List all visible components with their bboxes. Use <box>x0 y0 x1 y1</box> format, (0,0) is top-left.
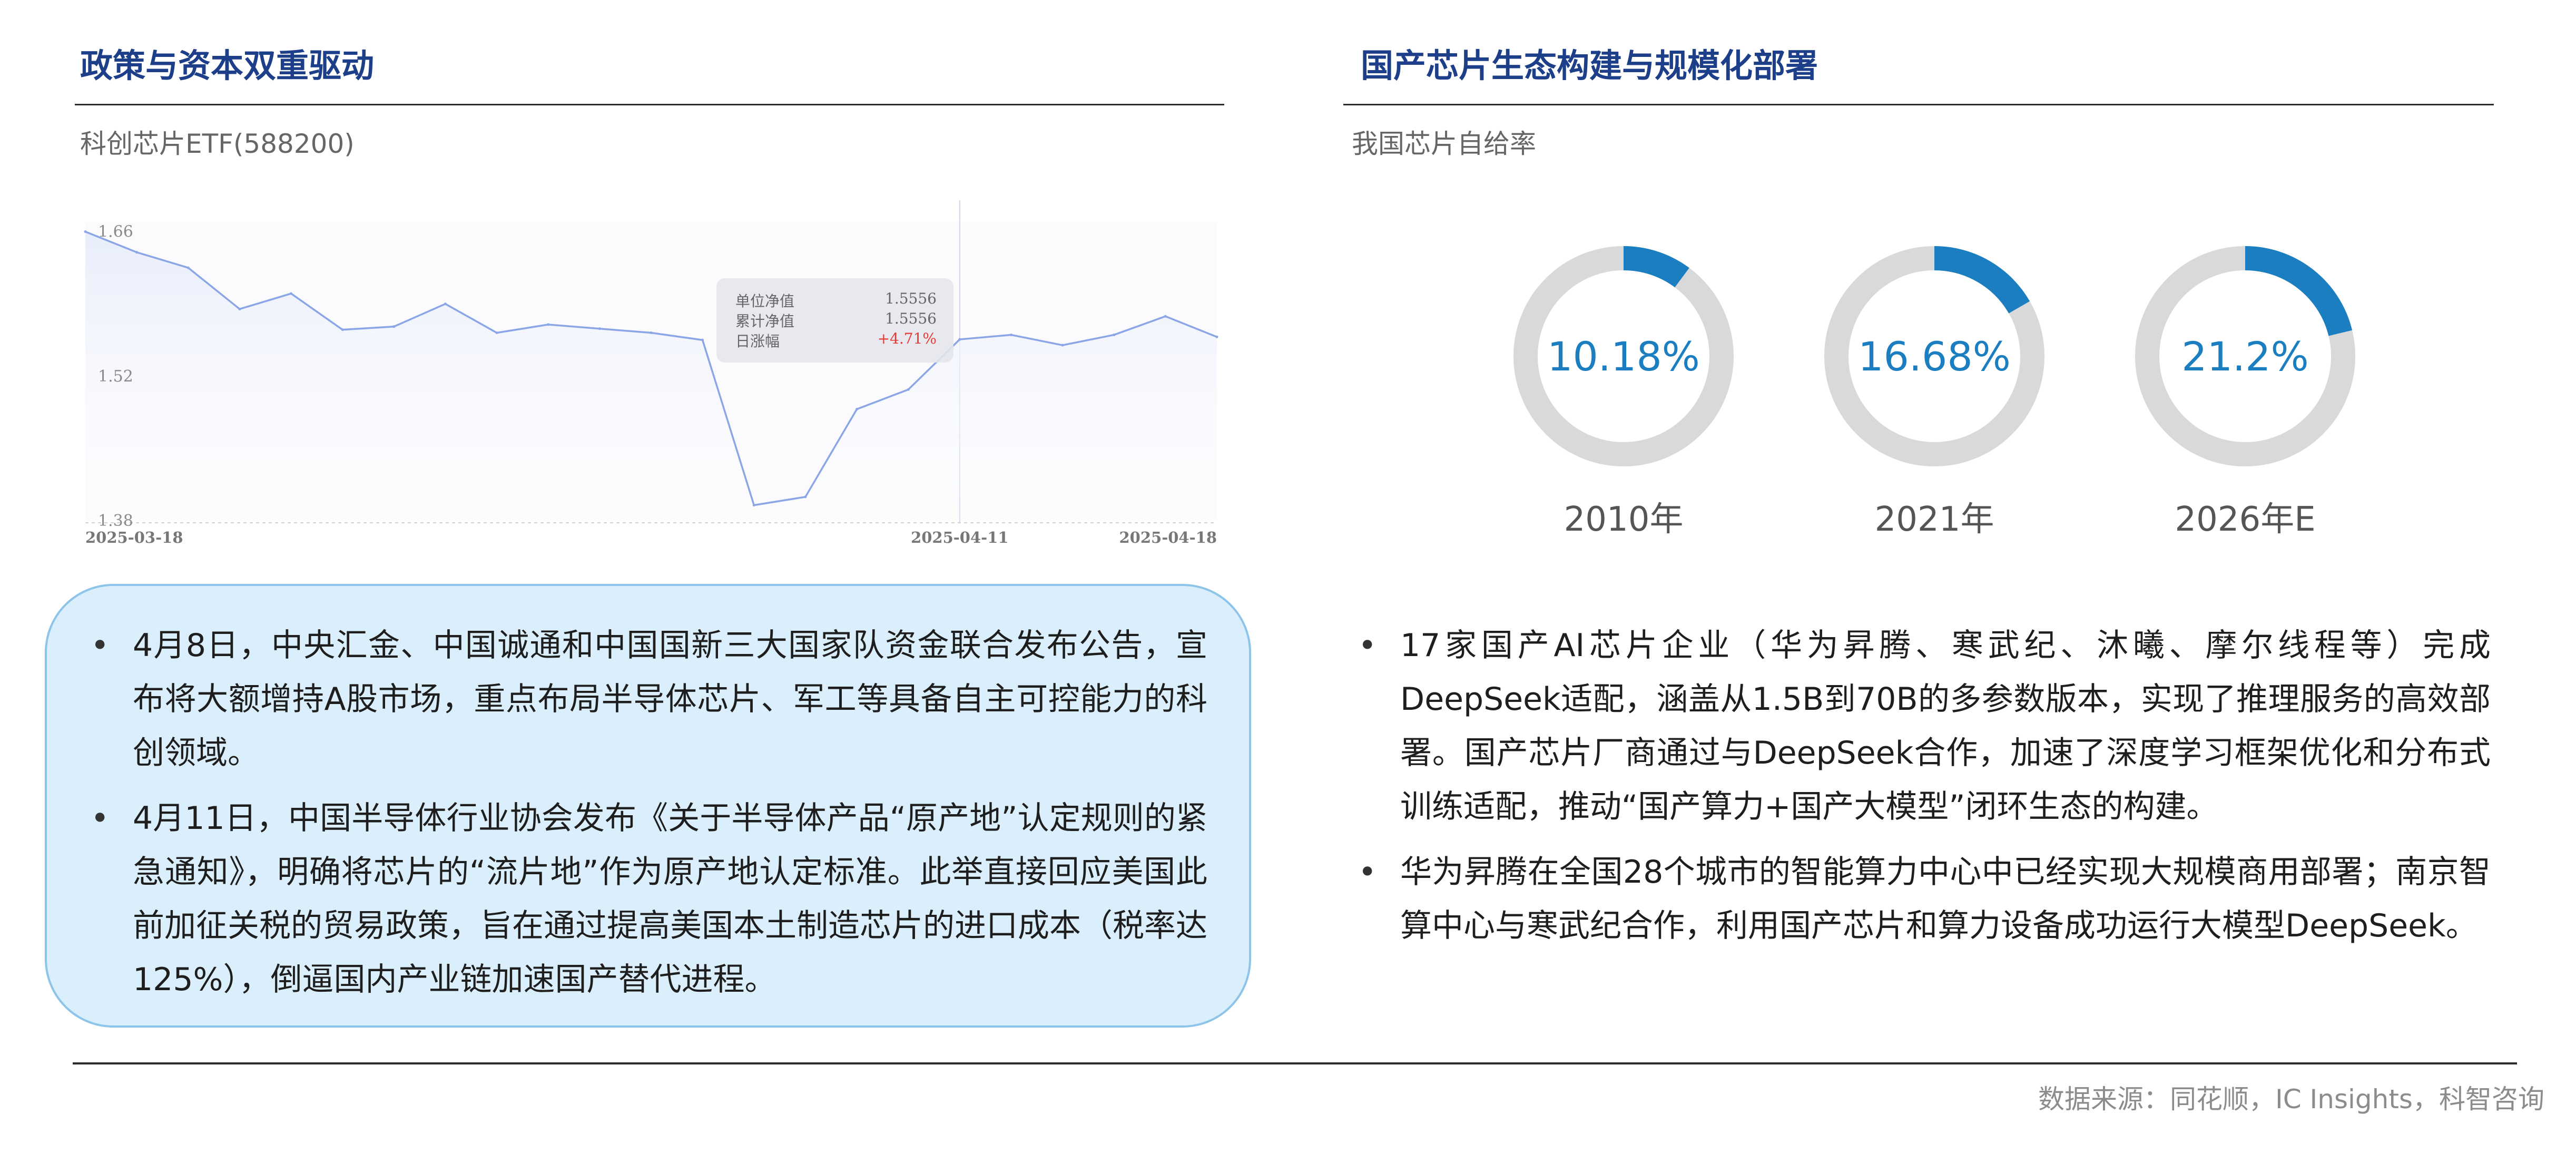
tooltip-value: 1.5556 <box>885 310 937 327</box>
etf-data-point <box>392 325 396 328</box>
etf-data-point <box>84 230 87 233</box>
etf-data-point <box>958 338 961 341</box>
etf-data-point <box>341 328 344 331</box>
etf-data-point <box>1009 333 1012 336</box>
etf-data-point <box>290 292 293 295</box>
etf-data-point <box>650 331 653 335</box>
tooltip-row-cum-nav: 累计净值 1.5556 <box>735 310 937 330</box>
etf-data-point <box>598 327 601 330</box>
etf-data-point <box>135 251 139 254</box>
etf-data-point <box>907 388 910 391</box>
footer-rule <box>73 1062 2517 1064</box>
tooltip-value: 1.5556 <box>885 290 937 307</box>
tooltip-row-nav: 单位净值 1.5556 <box>735 290 937 310</box>
etf-y-tick-label: 1.66 <box>98 223 133 241</box>
right-section-title: 国产芯片生态构建与规模化部署 <box>1361 46 1818 85</box>
tooltip-value-change: +4.71% <box>877 330 937 347</box>
etf-data-point <box>856 407 859 411</box>
donut-year-label: 2021年 <box>1874 500 1994 539</box>
donut-value-label: 16.68% <box>1858 333 2011 380</box>
policy-bullet-list: 4月8日，中央汇金、中国诚通和中国国新三大国家队资金联合发布公告，宣布将大额增持… <box>91 619 1207 1018</box>
donut-chart-2021: 16.68% <box>1818 240 2050 472</box>
etf-data-point <box>1061 344 1064 347</box>
etf-data-point <box>752 504 755 507</box>
ecosystem-bullet: 17家国产AI芯片企业（华为昇腾、寒武纪、沐曦、摩尔线程等）完成DeepSeek… <box>1358 619 2491 834</box>
donut-value-label: 10.18% <box>1547 333 1700 380</box>
left-section-title: 政策与资本双重驱动 <box>80 46 375 85</box>
etf-chart-subtitle: 科创芯片ETF(588200) <box>80 129 355 159</box>
tooltip-label: 单位净值 <box>735 292 795 310</box>
etf-y-tick-label: 1.38 <box>98 512 133 530</box>
tooltip-label: 日涨幅 <box>735 333 780 350</box>
etf-data-point <box>1215 335 1218 338</box>
tooltip-label: 累计净值 <box>735 312 795 330</box>
etf-data-point <box>238 307 241 310</box>
selfsufficiency-subtitle: 我国芯片自给率 <box>1352 129 1536 159</box>
etf-data-point <box>804 495 807 499</box>
policy-bullet: 4月11日，中国半导体行业协会发布《关于半导体产品“原产地”认定规则的紧急通知》… <box>91 792 1207 1007</box>
etf-data-point <box>1113 333 1116 336</box>
ecosystem-bullet: 华为昇腾在全国28个城市的智能算力中心中已经实现大规模商用部署；南京智算中心与寒… <box>1358 845 2491 953</box>
ecosystem-bullet-list: 17家国产AI芯片企业（华为昇腾、寒武纪、沐曦、摩尔线程等）完成DeepSeek… <box>1358 619 2491 964</box>
etf-data-point <box>1164 315 1167 318</box>
etf-data-point <box>701 338 704 341</box>
etf-data-point <box>547 323 550 326</box>
right-title-rule <box>1343 104 2494 105</box>
etf-data-point <box>186 266 190 269</box>
etf-chart: 1.66 1.52 1.38 2025-03-18 2025-04-11 2025-04-… <box>79 200 1222 559</box>
donut-chart-2010: 10.18% <box>1508 240 1739 472</box>
data-source-note: 数据来源：同花顺，IC Insights，科智咨询 <box>2038 1084 2544 1115</box>
etf-x-tick-label: 2025-04-18 <box>1119 529 1217 546</box>
etf-x-tick-label: 2025-03-18 <box>85 529 183 546</box>
donut-value-label: 21.2% <box>2181 333 2309 380</box>
etf-tooltip: 单位净值 1.5556 累计净值 1.5556 日涨幅 +4.71% <box>716 278 953 363</box>
left-title-rule <box>75 104 1224 105</box>
policy-bullet: 4月8日，中央汇金、中国诚通和中国国新三大国家队资金联合发布公告，宣布将大额增持… <box>91 619 1207 780</box>
tooltip-row-daily-change: 日涨幅 +4.71% <box>735 330 937 350</box>
etf-data-point <box>444 302 447 306</box>
etf-y-tick-label: 1.52 <box>98 367 133 386</box>
etf-chart-svg: 1.66 1.52 1.382025-03-18 2025-04-11 2025-04-… <box>84 200 1218 546</box>
etf-data-point <box>495 331 498 335</box>
donut-year-label: 2010年 <box>1564 500 1684 539</box>
donut-year-label: 2026年E <box>2175 500 2316 539</box>
donut-chart-2026e: 21.2% <box>2129 240 2361 472</box>
etf-x-tick-label: 2025-04-11 <box>911 529 1009 546</box>
